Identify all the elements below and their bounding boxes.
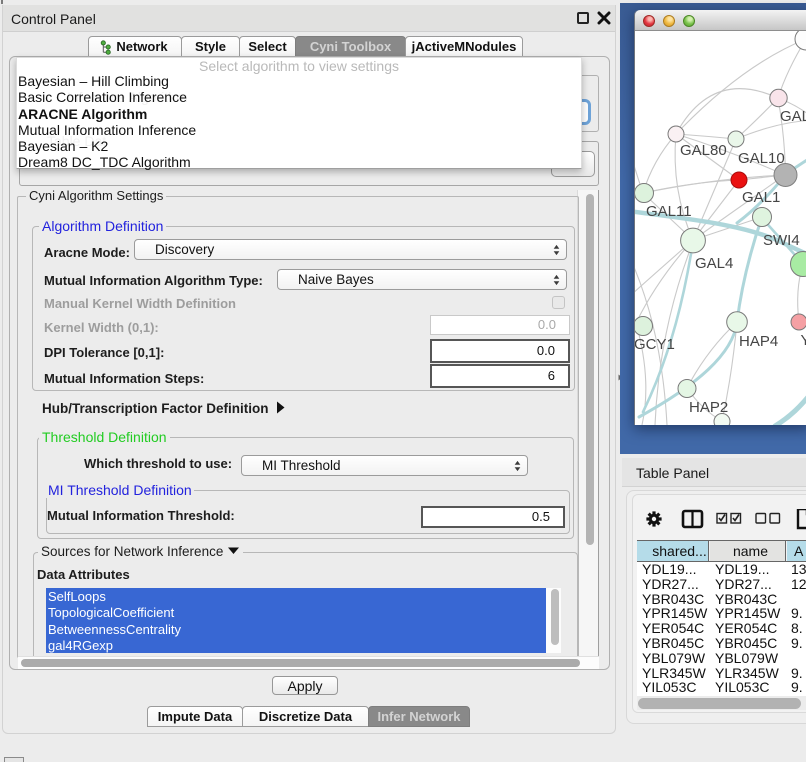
svg-text:SWI4: SWI4 xyxy=(763,232,800,249)
svg-text:GCY1: GCY1 xyxy=(635,336,675,353)
svg-text:Y: Y xyxy=(801,332,806,349)
svg-text:GAL80: GAL80 xyxy=(680,142,727,159)
svg-text:HAP2: HAP2 xyxy=(689,399,728,416)
svg-text:GAL: GAL xyxy=(780,108,806,125)
svg-text:GAL4: GAL4 xyxy=(695,255,733,272)
svg-text:GAL10: GAL10 xyxy=(738,150,785,167)
svg-text:HAP4: HAP4 xyxy=(739,333,778,350)
svg-text:GAL11: GAL11 xyxy=(646,203,692,220)
svg-text:GAL1: GAL1 xyxy=(742,189,780,206)
